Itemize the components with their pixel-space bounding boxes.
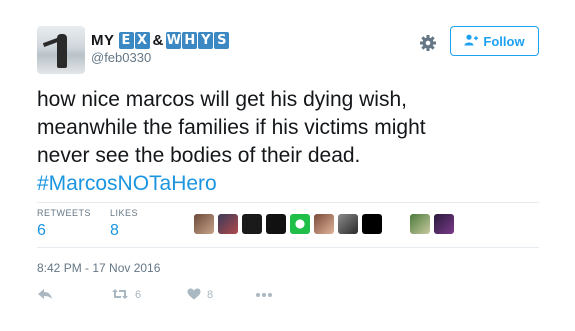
retweets-count: 6 xyxy=(37,222,46,239)
likes-label: LIKES xyxy=(110,208,139,218)
retweet-button[interactable]: 6 xyxy=(111,288,141,303)
display-name-amp: & xyxy=(152,31,164,49)
retweets-stat[interactable]: RETWEETS 6 xyxy=(37,208,91,240)
hashtag-link[interactable]: #MarcosNOTaHero xyxy=(37,172,217,195)
more-icon xyxy=(255,289,273,301)
like-button[interactable]: 8 xyxy=(187,288,213,303)
liker-avatar[interactable] xyxy=(338,214,358,234)
name-tile: E xyxy=(118,31,134,49)
name-tile: W xyxy=(166,31,182,49)
liker-avatar[interactable] xyxy=(242,214,262,234)
tweet-timestamp[interactable]: 8:42 PM - 17 Nov 2016 xyxy=(37,261,160,275)
reply-icon xyxy=(37,288,53,303)
name-tile: H xyxy=(182,31,198,49)
liker-avatar[interactable] xyxy=(218,214,238,234)
name-tile: S xyxy=(214,31,230,49)
likers-avatars xyxy=(194,214,454,234)
heart-icon xyxy=(187,288,201,303)
liker-avatar[interactable] xyxy=(194,214,214,234)
tweet-text: how nice marcos will get his dying wish,… xyxy=(37,88,426,167)
user-handle[interactable]: @feb0330 xyxy=(91,50,151,65)
liker-avatar[interactable] xyxy=(434,214,454,234)
display-name-prefix: MY xyxy=(91,31,115,49)
more-button[interactable] xyxy=(255,289,273,301)
follow-label: Follow xyxy=(483,33,525,49)
like-action-count: 8 xyxy=(207,289,214,301)
follow-person-icon xyxy=(464,34,479,49)
liker-avatar[interactable] xyxy=(266,214,286,234)
likes-stat[interactable]: LIKES 8 xyxy=(110,208,138,240)
retweets-label: RETWEETS xyxy=(37,208,92,218)
likes-count: 8 xyxy=(110,222,119,239)
display-name[interactable]: MY E X & W H Y S xyxy=(91,30,230,50)
avatar-figure xyxy=(57,34,67,68)
tweet-body: how nice marcos will get his dying wish,… xyxy=(37,86,537,198)
name-tile: X xyxy=(134,31,150,49)
liker-avatar[interactable] xyxy=(410,214,430,234)
follow-button[interactable]: Follow xyxy=(450,26,539,56)
retweet-icon xyxy=(111,288,129,303)
retweet-action-count: 6 xyxy=(135,289,142,301)
profile-avatar[interactable] xyxy=(37,26,85,74)
name-tile: Y xyxy=(198,31,214,49)
liker-avatar[interactable] xyxy=(314,214,334,234)
liker-avatar[interactable] xyxy=(386,214,406,234)
divider xyxy=(37,202,539,203)
liker-avatar[interactable] xyxy=(362,214,382,234)
liker-avatar[interactable] xyxy=(290,214,310,234)
reply-button[interactable] xyxy=(37,288,53,303)
settings-gear-icon[interactable] xyxy=(418,33,438,53)
divider xyxy=(37,247,539,248)
